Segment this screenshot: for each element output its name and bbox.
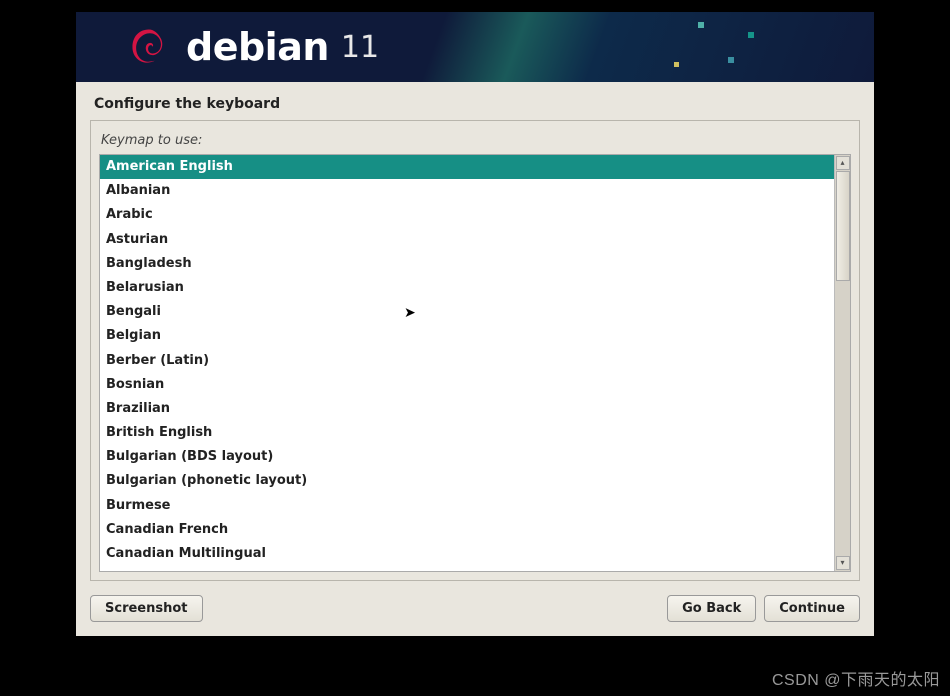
list-item[interactable]: Bengali <box>100 300 834 324</box>
page-title: Configure the keyboard <box>76 82 874 120</box>
list-item[interactable]: British English <box>100 421 834 445</box>
scroll-track[interactable] <box>836 171 850 555</box>
go-back-button[interactable]: Go Back <box>667 595 756 622</box>
scroll-down-button[interactable]: ▾ <box>836 556 850 570</box>
keymap-list-wrap: American EnglishAlbanianArabicAsturianBa… <box>99 154 851 572</box>
content-frame: Keymap to use: American EnglishAlbanianA… <box>90 120 860 581</box>
list-item[interactable]: Brazilian <box>100 397 834 421</box>
list-item[interactable]: Asturian <box>100 228 834 252</box>
continue-button[interactable]: Continue <box>764 595 860 622</box>
list-item[interactable]: Canadian Multilingual <box>100 542 834 566</box>
scroll-thumb[interactable] <box>836 171 850 281</box>
scroll-up-button[interactable]: ▴ <box>836 156 850 170</box>
brand-version: 11 <box>341 30 379 65</box>
list-item[interactable]: Bulgarian (phonetic layout) <box>100 469 834 493</box>
button-bar: Screenshot Go Back Continue <box>76 589 874 636</box>
banner-decoration <box>494 12 874 82</box>
keymap-field-label: Keymap to use: <box>99 129 851 154</box>
list-item[interactable]: Canadian French <box>100 518 834 542</box>
list-item[interactable]: American English <box>100 155 834 179</box>
list-item[interactable]: Bangladesh <box>100 252 834 276</box>
list-item[interactable]: Burmese <box>100 494 834 518</box>
debian-swirl-icon <box>126 24 172 70</box>
list-item[interactable]: Bosnian <box>100 373 834 397</box>
brand-name: debian <box>186 25 329 69</box>
list-item[interactable]: Belarusian <box>100 276 834 300</box>
installer-window: debian 11 Configure the keyboard Keymap … <box>76 12 874 636</box>
keymap-list[interactable]: American EnglishAlbanianArabicAsturianBa… <box>100 155 834 571</box>
watermark: CSDN @下雨天的太阳 <box>772 666 940 690</box>
list-item[interactable]: Belgian <box>100 324 834 348</box>
list-item[interactable]: Bulgarian (BDS layout) <box>100 445 834 469</box>
list-item[interactable]: Albanian <box>100 179 834 203</box>
screenshot-button[interactable]: Screenshot <box>90 595 203 622</box>
list-item[interactable]: Berber (Latin) <box>100 349 834 373</box>
list-item[interactable]: Arabic <box>100 203 834 227</box>
scrollbar[interactable]: ▴ ▾ <box>834 155 850 571</box>
header-banner: debian 11 <box>76 12 874 82</box>
